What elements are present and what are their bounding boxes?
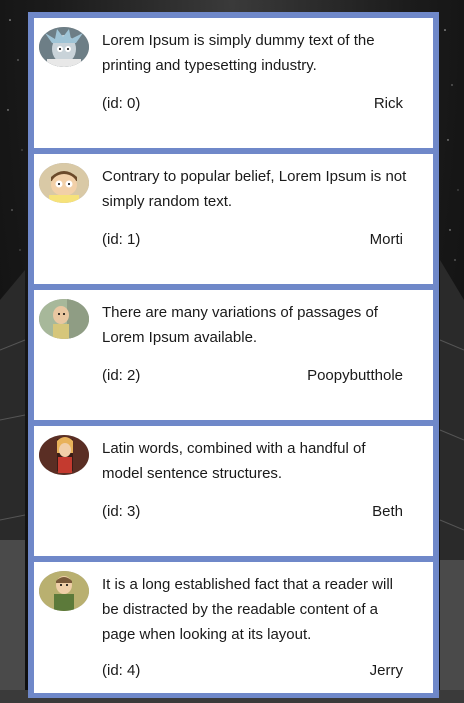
post-author: Morti: [369, 231, 403, 248]
posts-feed: Lorem Ipsum is simply dummy text of the …: [28, 12, 439, 698]
post-author: Rick: [373, 95, 403, 112]
rick-avatar-icon: [39, 27, 89, 67]
beth-avatar-icon: [39, 435, 89, 475]
morty-avatar-icon: [39, 163, 89, 203]
post-text: Contrary to popular belief, Lorem Ipsum …: [102, 168, 407, 210]
post-author: Jerry: [369, 662, 403, 679]
post-text: Lorem Ipsum is simply dummy text of the …: [102, 32, 375, 74]
post-text: It is a long established fact that a rea…: [102, 576, 393, 643]
post-card: Lorem Ipsum is simply dummy text of the …: [34, 18, 433, 148]
post-author: Beth: [372, 503, 403, 520]
post-id: (id: 0): [102, 95, 141, 112]
post-card: Contrary to popular belief, Lorem Ipsum …: [34, 154, 433, 284]
post-card: There are many variations of passages of…: [34, 290, 433, 420]
poopybutthole-avatar-icon: [39, 299, 89, 339]
post-id: (id: 2): [102, 367, 141, 384]
post-text: Latin words, combined with a handful of …: [102, 440, 366, 482]
post-id: (id: 3): [102, 503, 141, 520]
post-card: Latin words, combined with a handful of …: [34, 426, 433, 556]
post-card: It is a long established fact that a rea…: [34, 562, 433, 693]
jerry-avatar-icon: [39, 571, 89, 611]
post-id: (id: 4): [102, 662, 141, 679]
post-text: There are many variations of passages of…: [102, 304, 378, 346]
post-author: Poopybutthole: [307, 367, 403, 384]
post-id: (id: 1): [102, 231, 141, 248]
